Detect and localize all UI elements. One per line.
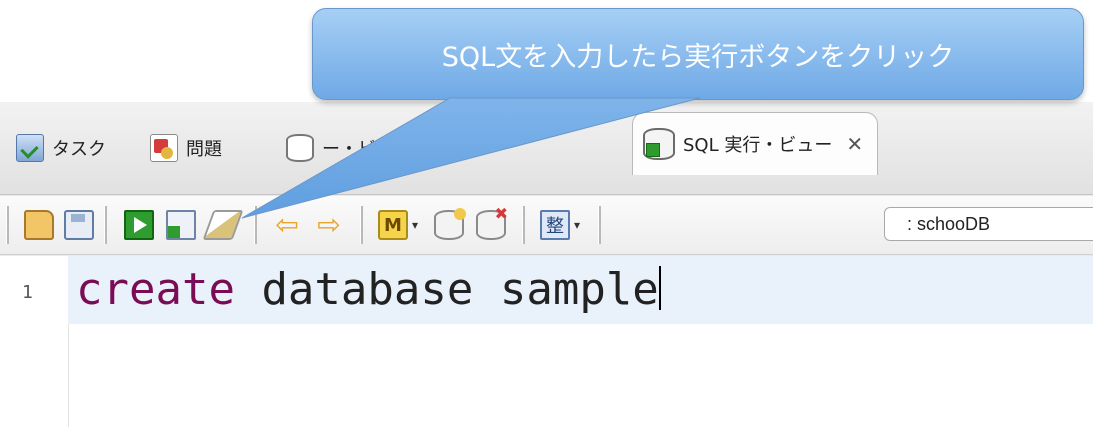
sql-text: database sample: [234, 264, 659, 315]
sql-keyword: create: [76, 264, 235, 315]
toolbar-separator: [254, 206, 257, 244]
tab-database-view[interactable]: ー・ビュー: [286, 132, 412, 164]
toolbar-separator: [6, 206, 9, 244]
task-icon: [16, 134, 44, 162]
run-file-icon[interactable]: [166, 210, 196, 240]
toolbar-separator: [522, 206, 525, 244]
tab-task-label: タスク: [52, 139, 106, 160]
chevron-down-icon[interactable]: ▾: [412, 218, 418, 232]
line-number-gutter: 1: [0, 256, 69, 427]
connection-selector[interactable]: : schooDB: [884, 207, 1093, 241]
callout-text: SQL文を入力したら実行ボタンをクリック: [441, 41, 955, 73]
view-tab-bar: タスク 問題 ー・ビュー SQL 実行・ビュー ✕: [0, 102, 1093, 195]
sql-editor[interactable]: 1 create database sample: [0, 256, 1093, 427]
close-tab-icon[interactable]: ✕: [846, 132, 863, 156]
tab-problem-label: 問題: [186, 139, 222, 160]
tab-sql-execute-view-label: SQL 実行・ビュー: [683, 135, 833, 156]
clear-icon[interactable]: [202, 210, 244, 240]
back-arrow-icon[interactable]: ⇦: [272, 210, 302, 240]
chevron-down-icon[interactable]: ▾: [574, 218, 580, 232]
tab-problem[interactable]: 問題: [150, 132, 222, 164]
tab-task[interactable]: タスク: [16, 132, 106, 164]
sql-execute-view-pane: タスク 問題 ー・ビュー SQL 実行・ビュー ✕ ⇦ ⇨ M ▾ ✖ 整 ▾ …: [0, 102, 1093, 427]
forward-arrow-icon[interactable]: ⇨: [314, 210, 344, 240]
save-icon[interactable]: [64, 210, 94, 240]
toolbar-separator: [598, 206, 601, 244]
remove-connection-icon[interactable]: [476, 204, 508, 240]
text-caret: [658, 266, 661, 310]
toolbar-separator: [104, 206, 107, 244]
run-icon[interactable]: [124, 210, 154, 240]
format-icon[interactable]: 整: [540, 210, 570, 240]
tab-database-view-label: ー・ビュー: [322, 139, 412, 160]
problem-icon: [150, 134, 178, 162]
database-icon: [286, 134, 314, 162]
add-connection-icon[interactable]: [434, 208, 466, 240]
toolbar-separator: [360, 206, 363, 244]
instruction-callout: SQL文を入力したら実行ボタンをクリック: [312, 8, 1084, 100]
sql-toolbar: ⇦ ⇨ M ▾ 整 ▾ : schooDB: [0, 196, 1093, 255]
code-line[interactable]: create database sample: [76, 262, 661, 318]
sql-execute-icon: [643, 128, 675, 160]
open-file-icon[interactable]: [24, 210, 54, 240]
tab-sql-execute-view[interactable]: SQL 実行・ビュー ✕: [632, 112, 879, 175]
line-number: 1: [22, 282, 33, 303]
template-m-icon[interactable]: M: [378, 210, 408, 240]
